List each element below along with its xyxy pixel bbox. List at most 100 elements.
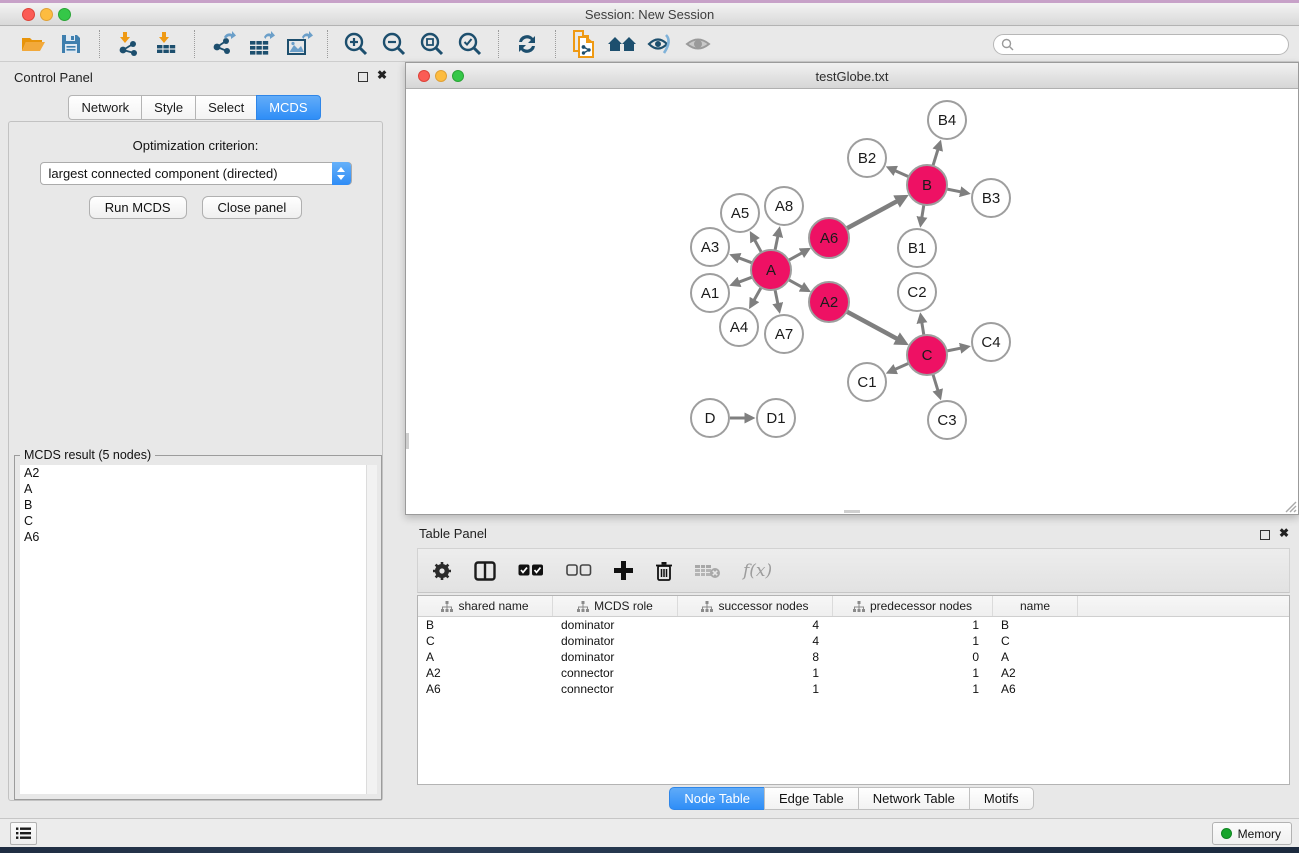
show-all-networks-button[interactable] xyxy=(603,29,641,59)
table-settings-button[interactable] xyxy=(432,561,452,581)
table-row[interactable]: Cdominator41C xyxy=(418,633,1289,649)
graph-edge-B-B1[interactable] xyxy=(922,205,924,218)
add-column-button[interactable] xyxy=(614,561,633,580)
delete-table-button[interactable] xyxy=(695,563,721,579)
graph-node-D[interactable]: D xyxy=(691,399,729,437)
graph-edge-A-A3[interactable] xyxy=(739,258,752,263)
network-window-titlebar[interactable]: testGlobe.txt xyxy=(406,63,1298,89)
function-builder-button[interactable]: f(x) xyxy=(743,561,772,581)
graph-edge-A2-C[interactable] xyxy=(847,312,898,339)
table-row[interactable]: A2connector11A2 xyxy=(418,665,1289,681)
graph-node-D1[interactable]: D1 xyxy=(757,399,795,437)
zoom-out-button[interactable] xyxy=(375,29,413,59)
network-canvas[interactable]: B4 B2 B B3 A8A5 A6 A3 B1 A A1 C2 A2 A4A7 C4 C C1 C3 D D1 xyxy=(406,90,1298,514)
graph-node-A6[interactable]: A6 xyxy=(809,218,849,258)
graph-edge-A-A8[interactable] xyxy=(775,236,778,250)
mcds-result-item[interactable]: B xyxy=(20,497,377,513)
duplicate-network-button[interactable] xyxy=(565,29,603,59)
graph-node-A7[interactable]: A7 xyxy=(765,315,803,353)
tab-edge-table[interactable]: Edge Table xyxy=(764,787,859,810)
save-session-button[interactable] xyxy=(52,29,90,59)
open-session-button[interactable] xyxy=(14,29,52,59)
graph-node-A4[interactable]: A4 xyxy=(720,308,758,346)
graph-edge-A-A6[interactable] xyxy=(789,253,802,260)
export-image-button[interactable] xyxy=(280,29,318,59)
zoom-in-button[interactable] xyxy=(337,29,375,59)
graph-edge-A6-B[interactable] xyxy=(847,201,898,228)
search-input[interactable] xyxy=(993,34,1289,55)
close-panel-button[interactable]: Close panel xyxy=(202,196,303,219)
mcds-result-item[interactable]: A6 xyxy=(20,529,377,545)
column-header-successor-nodes[interactable]: successor nodes xyxy=(678,596,833,616)
export-network-button[interactable] xyxy=(204,29,242,59)
graph-node-A3[interactable]: A3 xyxy=(691,228,729,266)
show-hidden-button[interactable] xyxy=(679,29,717,59)
graph-node-A[interactable]: A xyxy=(751,250,791,290)
tab-network[interactable]: Network xyxy=(68,95,142,120)
graph-edge-B-B3[interactable] xyxy=(947,189,961,192)
column-header-name[interactable]: name xyxy=(993,596,1078,616)
deselect-all-button[interactable] xyxy=(566,564,592,577)
float-panel-icon[interactable] xyxy=(358,72,368,82)
optimization-select[interactable]: largest connected component (directed) xyxy=(40,162,352,185)
hide-selected-button[interactable] xyxy=(641,29,679,59)
import-network-button[interactable] xyxy=(109,29,147,59)
delete-column-button[interactable] xyxy=(655,561,673,581)
export-table-button[interactable] xyxy=(242,29,280,59)
network-graph[interactable]: B4 B2 B B3 A8A5 A6 A3 B1 A A1 C2 A2 A4A7 C4 C C1 C3 D D1 xyxy=(406,90,1298,514)
mcds-result-item[interactable]: C xyxy=(20,513,377,529)
task-history-button[interactable] xyxy=(10,822,37,845)
import-table-button[interactable] xyxy=(147,29,185,59)
table-row[interactable]: Adominator80A xyxy=(418,649,1289,665)
close-panel-icon[interactable]: ✖ xyxy=(1279,526,1289,540)
refresh-view-button[interactable] xyxy=(508,29,546,59)
column-header-mcds-role[interactable]: MCDS role xyxy=(553,596,678,616)
select-all-button[interactable] xyxy=(518,564,544,577)
graph-node-C1[interactable]: C1 xyxy=(848,363,886,401)
tab-style[interactable]: Style xyxy=(141,95,196,120)
resize-grip-icon[interactable] xyxy=(1284,500,1297,513)
mcds-result-item[interactable]: A xyxy=(20,481,377,497)
mcds-result-item[interactable]: A2 xyxy=(20,465,377,481)
close-panel-icon[interactable]: ✖ xyxy=(377,68,387,82)
graph-edge-A-A4[interactable] xyxy=(754,287,761,300)
run-mcds-button[interactable]: Run MCDS xyxy=(89,196,187,219)
graph-edge-A-A7[interactable] xyxy=(775,290,778,304)
graph-node-A8[interactable]: A8 xyxy=(765,187,803,225)
graph-node-C2[interactable]: C2 xyxy=(898,273,936,311)
graph-node-B2[interactable]: B2 xyxy=(848,139,886,177)
zoom-selected-button[interactable] xyxy=(451,29,489,59)
graph-edge-C-C1[interactable] xyxy=(895,363,908,369)
graph-edge-A-A5[interactable] xyxy=(755,240,762,252)
column-header-predecessor-nodes[interactable]: predecessor nodes xyxy=(833,596,993,616)
graph-node-B[interactable]: B xyxy=(907,165,947,205)
graph-node-A5[interactable]: A5 xyxy=(721,194,759,232)
tab-network-table[interactable]: Network Table xyxy=(858,787,970,810)
zoom-fit-button[interactable] xyxy=(413,29,451,59)
column-header-shared-name[interactable]: shared name xyxy=(418,596,553,616)
table-row[interactable]: Bdominator41B xyxy=(418,617,1289,633)
graph-edge-B-B2[interactable] xyxy=(895,171,908,177)
graph-edge-C-C2[interactable] xyxy=(922,323,924,336)
tab-node-table[interactable]: Node Table xyxy=(669,787,765,810)
graph-node-B1[interactable]: B1 xyxy=(898,229,936,267)
graph-edge-A-A1[interactable] xyxy=(739,277,752,282)
tab-select[interactable]: Select xyxy=(195,95,257,120)
table-row[interactable]: A6connector11A6 xyxy=(418,681,1289,697)
graph-node-C[interactable]: C xyxy=(907,335,947,375)
graph-node-B3[interactable]: B3 xyxy=(972,179,1010,217)
graph-node-A1[interactable]: A1 xyxy=(691,274,729,312)
graph-node-C3[interactable]: C3 xyxy=(928,401,966,439)
memory-button[interactable]: Memory xyxy=(1212,822,1292,845)
graph-node-C4[interactable]: C4 xyxy=(972,323,1010,361)
graph-edge-A-A2[interactable] xyxy=(789,280,802,287)
graph-edge-C-C4[interactable] xyxy=(947,348,961,351)
graph-node-B4[interactable]: B4 xyxy=(928,101,966,139)
graph-edge-B-B4[interactable] xyxy=(933,150,938,166)
column-visibility-button[interactable] xyxy=(474,561,496,581)
tab-motifs[interactable]: Motifs xyxy=(969,787,1034,810)
float-panel-icon[interactable] xyxy=(1260,530,1270,540)
graph-edge-C-C3[interactable] xyxy=(933,374,938,390)
graph-node-A2[interactable]: A2 xyxy=(809,282,849,322)
tab-mcds[interactable]: MCDS xyxy=(256,95,320,120)
